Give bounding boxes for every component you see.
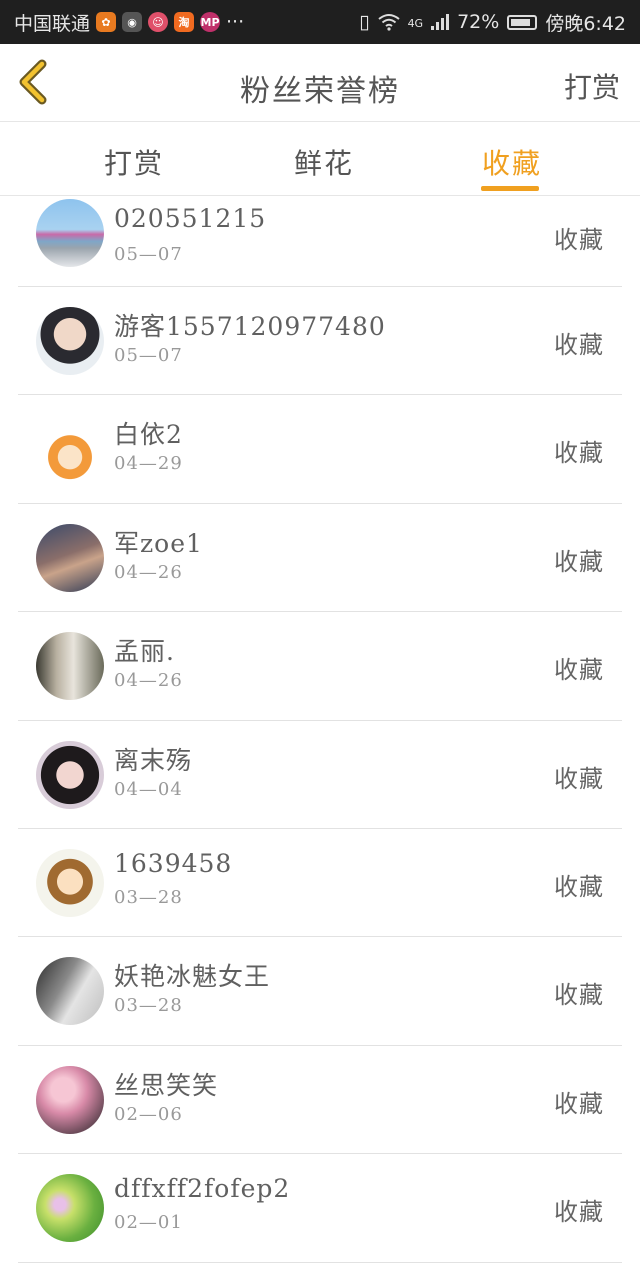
user-name: dffxff2fofep2 [114, 1174, 291, 1204]
avatar [36, 307, 104, 375]
action-label: 收藏 [554, 226, 604, 254]
user-name: 军zoe1 [114, 528, 203, 558]
date: 02—06 [114, 1103, 183, 1125]
list-item[interactable]: 游客1557120977480 05—07 收藏 [18, 287, 622, 396]
tab-flowers[interactable]: 鲜花 [294, 142, 354, 182]
action-label: 收藏 [554, 439, 604, 468]
user-name: 游客1557120977480 [114, 312, 386, 341]
header: 粉丝荣誉榜 打赏 [0, 44, 640, 122]
list-item[interactable]: 孟丽. 04—26 收藏 [18, 612, 622, 721]
page-title: 粉丝荣誉榜 [240, 74, 400, 109]
action-label: 收藏 [554, 764, 604, 793]
user-name: 020551215 [114, 204, 267, 233]
user-name: 白依2 [114, 420, 183, 450]
tab-favorites[interactable]: 收藏 [482, 142, 542, 182]
date: 05—07 [114, 244, 183, 265]
avatar [36, 199, 104, 267]
app-notification-icon: ☺ [148, 12, 169, 32]
avatar [36, 415, 104, 484]
mp-icon: MP [200, 12, 221, 32]
list-item[interactable]: 1639458 03—28 收藏 [18, 829, 622, 938]
action-label: 收藏 [554, 1089, 604, 1118]
avatar [36, 957, 104, 1026]
tab-reward[interactable]: 打赏 [104, 142, 164, 182]
user-name: 1639458 [114, 848, 233, 878]
more-notifications-icon: ··· [226, 11, 245, 33]
date: 04—04 [114, 778, 183, 800]
battery-icon [507, 14, 538, 30]
app-notification-icon: ◉ [122, 12, 143, 32]
user-name: 丝思笑笑 [114, 1070, 219, 1100]
action-label: 收藏 [554, 547, 604, 576]
user-name: 离末殇 [114, 745, 193, 775]
date: 04—26 [114, 670, 183, 692]
date: 03—28 [114, 995, 183, 1017]
list-item[interactable]: 离末殇 04—04 收藏 [18, 721, 622, 829]
signal-icon [431, 14, 450, 30]
list-item[interactable]: 军zoe1 04—26 收藏 [18, 504, 622, 613]
carrier-label: 中国联通 [14, 12, 91, 35]
clock: 傍晚6:42 [545, 12, 626, 35]
status-bar: 中国联通 ✿ ◉ ☺ 淘 MP ··· ▯ 4G 72% 傍晚6:42 [0, 0, 640, 44]
avatar [36, 1065, 104, 1134]
tab-bar: 打赏 鲜花 收藏 [0, 122, 640, 196]
date: 04—29 [114, 453, 183, 475]
list-item[interactable]: 妖艳冰魅女王 03—28 收藏 [18, 937, 622, 1046]
active-tab-indicator [481, 186, 539, 191]
list-item[interactable]: 丝思笑笑 02—06 收藏 [18, 1046, 622, 1155]
user-name: 妖艳冰魅女王 [114, 962, 271, 992]
vibrate-icon: ▯ [359, 11, 370, 33]
avatar [36, 632, 104, 701]
action-label: 收藏 [554, 1198, 604, 1227]
date: 04—26 [114, 561, 183, 583]
user-name: 孟丽. [114, 637, 175, 667]
date: 05—07 [114, 345, 183, 366]
app-notification-icon: ✿ [96, 12, 117, 32]
action-label: 收藏 [554, 331, 604, 359]
reward-button[interactable]: 打赏 [564, 66, 620, 106]
network-type: 4G [407, 16, 424, 30]
avatar [36, 523, 104, 592]
list-item[interactable]: 白依2 04—29 收藏 [18, 395, 622, 504]
action-label: 收藏 [554, 981, 604, 1010]
avatar [36, 1174, 104, 1243]
date: 02—01 [114, 1212, 183, 1234]
wifi-icon [377, 14, 400, 31]
taobao-icon: 淘 [174, 12, 195, 32]
list-item[interactable]: dffxff2fofep2 02—01 收藏 [18, 1154, 622, 1263]
date: 03—28 [114, 886, 183, 908]
fan-list: 020551215 05—07 收藏 游客1557120977480 05—07… [18, 196, 622, 1263]
list-item[interactable]: 020551215 05—07 收藏 [18, 196, 622, 287]
action-label: 收藏 [554, 872, 604, 901]
battery-percent: 72% [457, 11, 500, 33]
avatar [36, 848, 104, 917]
avatar [36, 740, 104, 809]
action-label: 收藏 [554, 656, 604, 685]
